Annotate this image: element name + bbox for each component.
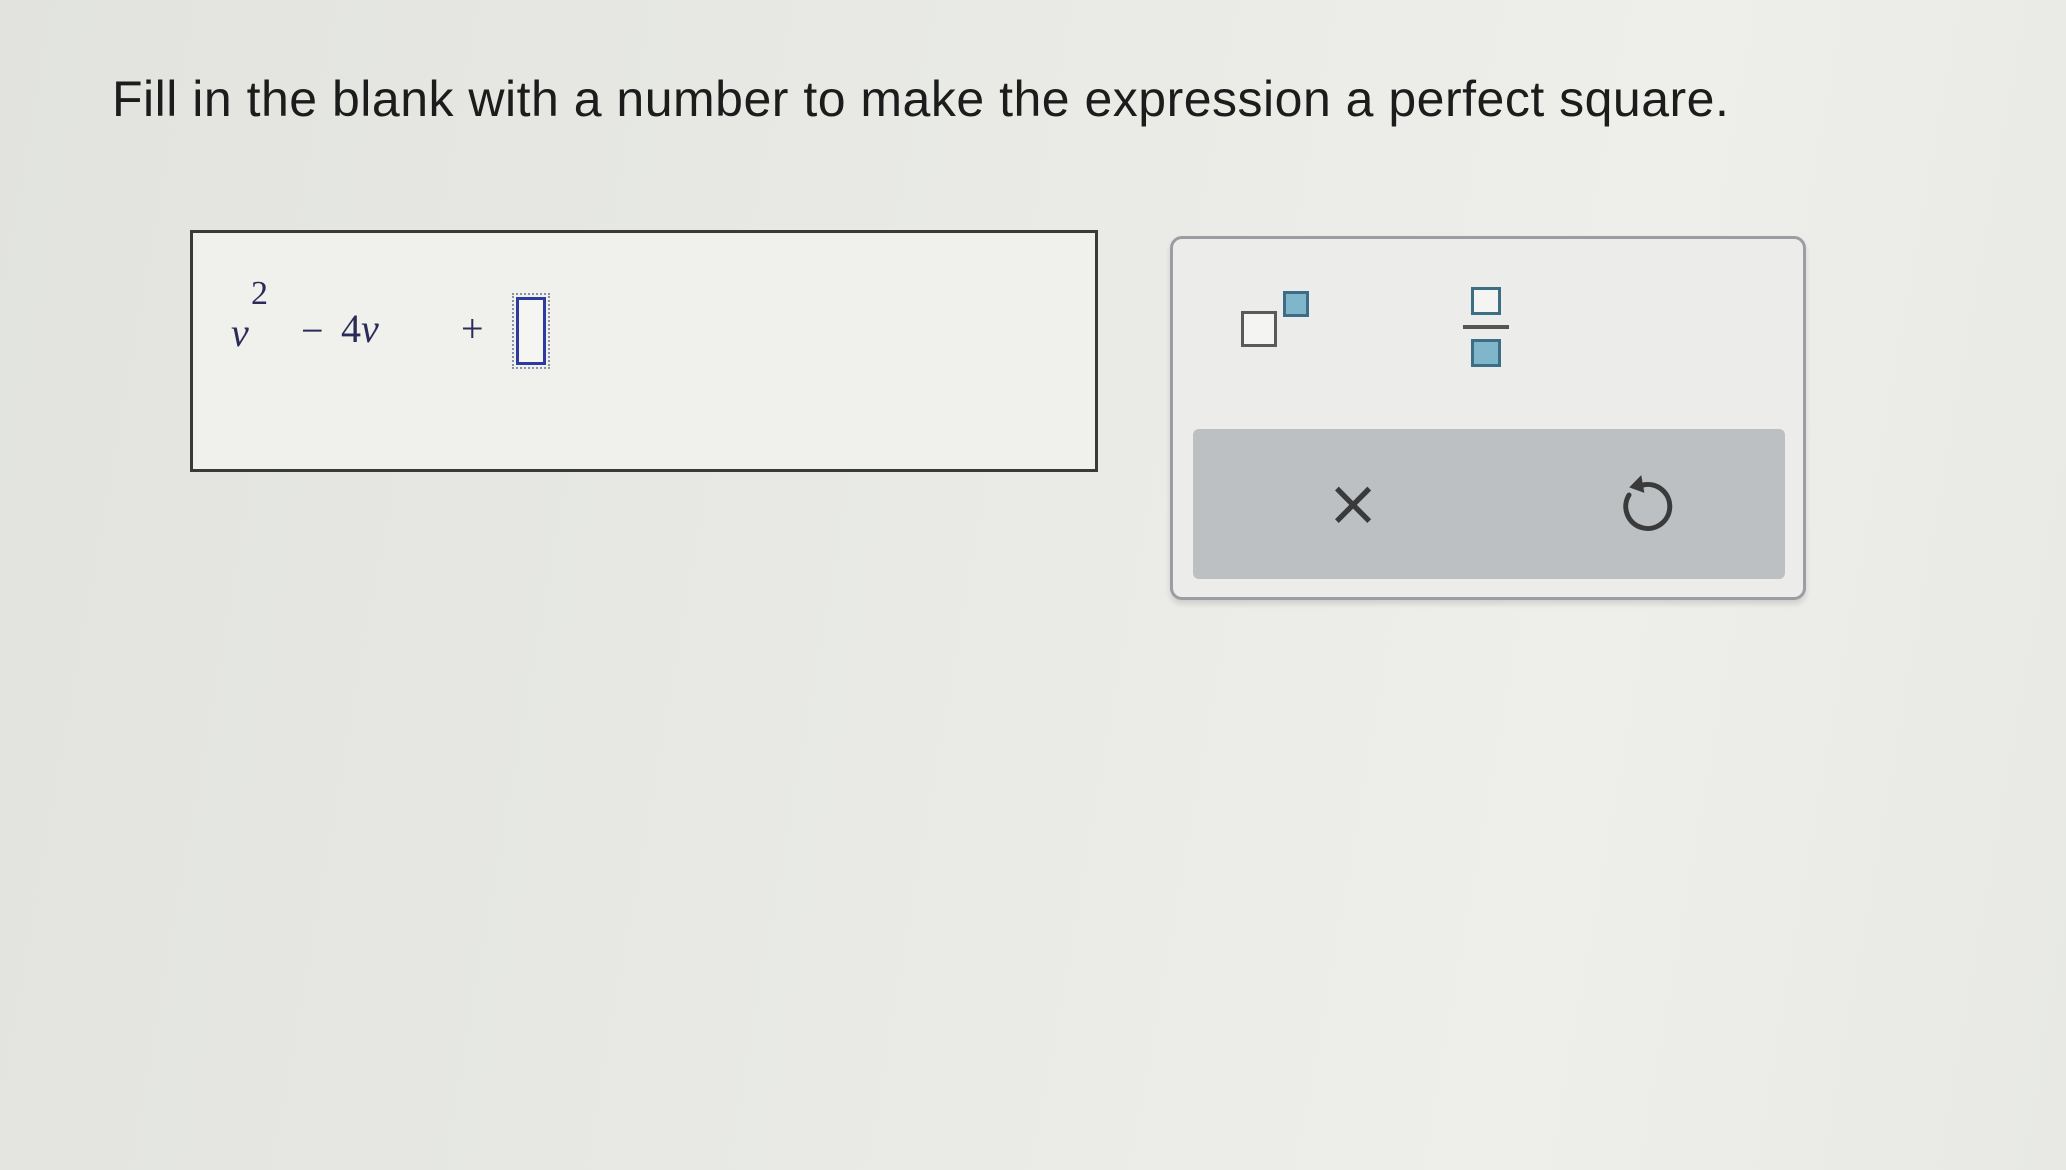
exponent-power-box bbox=[1283, 291, 1309, 317]
linear-term: 4v bbox=[341, 305, 379, 352]
screen: Fill in the blank with a number to make … bbox=[0, 0, 2066, 1170]
superscript-template-icon[interactable] bbox=[1233, 287, 1323, 357]
fraction-denominator-box bbox=[1471, 339, 1501, 367]
undo-arrow-graphic bbox=[1623, 475, 1673, 531]
undo-icon[interactable] bbox=[1603, 465, 1683, 545]
answer-box[interactable]: v 2 − 4v + bbox=[190, 230, 1098, 472]
blank-input[interactable] bbox=[512, 293, 550, 369]
fraction-template-icon[interactable] bbox=[1453, 283, 1523, 379]
coefficient: 4 bbox=[341, 306, 361, 351]
exponent-2: 2 bbox=[251, 275, 268, 312]
fraction-numerator-box bbox=[1471, 287, 1501, 315]
variable-v: v bbox=[231, 310, 249, 355]
minus-sign: − bbox=[301, 308, 324, 353]
toolpad-action-bar: × bbox=[1193, 429, 1785, 579]
fraction-bar bbox=[1463, 325, 1509, 329]
exponent-base-box bbox=[1241, 311, 1277, 347]
plus-sign: + bbox=[461, 306, 484, 351]
coefficient-variable: v bbox=[361, 306, 379, 351]
question-instruction: Fill in the blank with a number to make … bbox=[112, 71, 1730, 127]
math-toolpad: × bbox=[1170, 236, 1806, 600]
clear-icon[interactable]: × bbox=[1313, 469, 1393, 539]
